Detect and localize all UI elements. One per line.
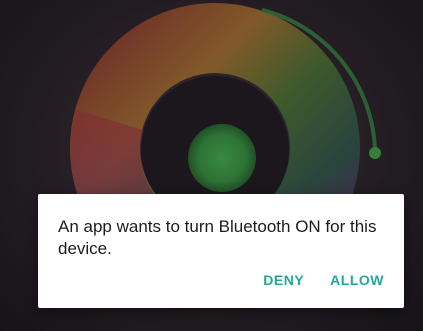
bluetooth-permission-dialog: An app wants to turn Bluetooth ON for th…	[38, 194, 404, 308]
allow-button[interactable]: ALLOW	[324, 264, 390, 296]
deny-button[interactable]: DENY	[257, 264, 310, 296]
dialog-actions: DENY ALLOW	[257, 264, 390, 296]
dialog-message: An app wants to turn Bluetooth ON for th…	[58, 217, 377, 258]
